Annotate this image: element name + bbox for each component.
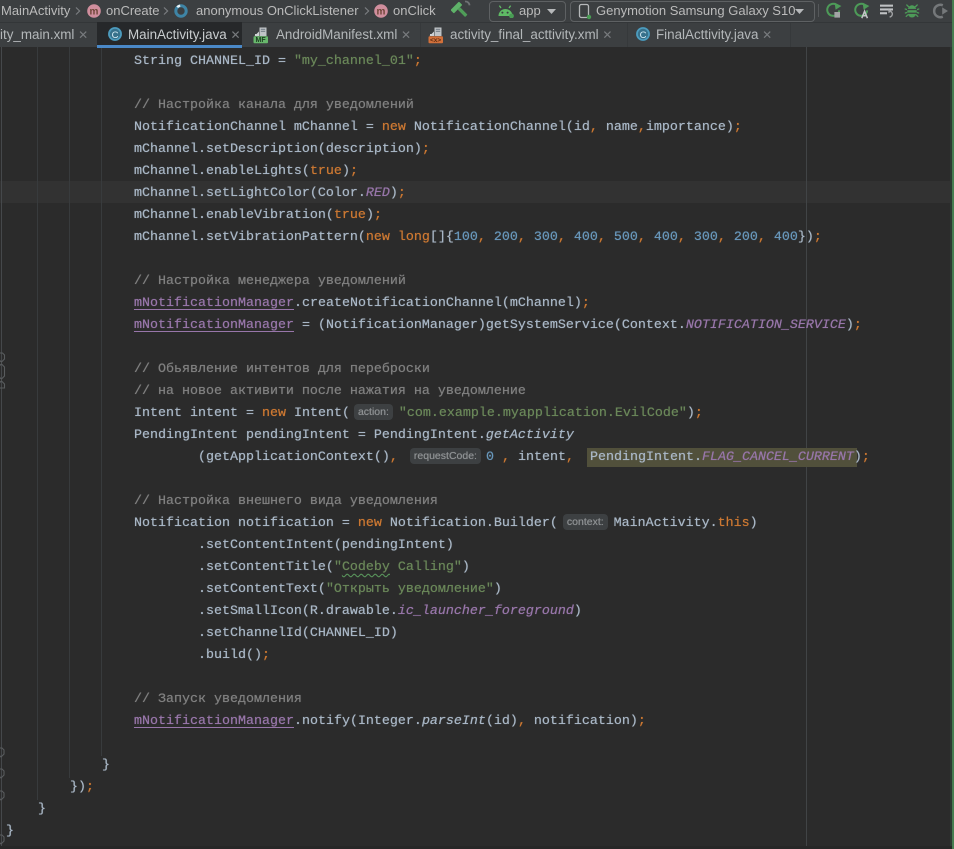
svg-text:m: m bbox=[377, 7, 386, 18]
svg-text:<x>: <x> bbox=[430, 37, 441, 44]
svg-text:C: C bbox=[112, 30, 119, 41]
svg-text:m: m bbox=[90, 7, 99, 18]
svg-text:C: C bbox=[640, 30, 647, 41]
svg-text:MF: MF bbox=[256, 37, 267, 44]
